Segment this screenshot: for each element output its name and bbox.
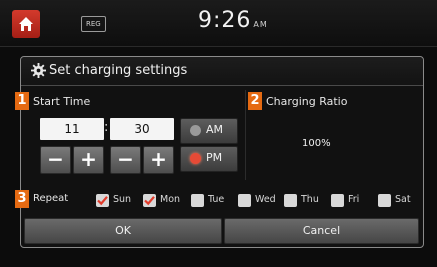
step-badge-1: 1 — [15, 92, 29, 110]
repeat-label: Repeat — [33, 193, 69, 204]
gear-icon — [31, 63, 46, 78]
step-badge-2: 2 — [248, 92, 262, 110]
home-button[interactable] — [12, 10, 40, 38]
pm-label: PM — [206, 151, 223, 164]
checkbox[interactable] — [284, 194, 297, 207]
hour-field[interactable]: 11 — [40, 118, 104, 140]
ok-button[interactable]: OK — [24, 218, 222, 244]
charging-ratio-label: Charging Ratio — [266, 95, 348, 108]
status-clock: 9:26 AM — [198, 8, 268, 33]
start-time-label: Start Time — [33, 95, 91, 108]
checkmark-icon — [97, 196, 108, 206]
checkbox[interactable] — [378, 194, 391, 207]
pm-radio-button[interactable]: PM — [180, 146, 238, 172]
cancel-button[interactable]: Cancel — [224, 218, 419, 244]
hour-increment-button[interactable]: + — [73, 146, 104, 174]
day-label: Mon — [160, 194, 181, 205]
minute-increment-button[interactable]: + — [143, 146, 174, 174]
am-radio-indicator — [190, 125, 201, 136]
checkbox[interactable] — [238, 194, 251, 207]
dialog-header: Set charging settings — [21, 57, 423, 86]
day-label: Sat — [395, 194, 411, 205]
clock-ampm: AM — [253, 20, 268, 29]
day-label: Wed — [255, 194, 276, 205]
charging-ratio-value[interactable]: 100% — [302, 138, 331, 149]
step-badge-3: 3 — [15, 190, 29, 208]
checkbox[interactable] — [331, 194, 344, 207]
day-label: Tue — [208, 194, 225, 205]
clock-time: 9:26 — [198, 8, 252, 33]
status-bar: REG 9:26 AM — [0, 0, 437, 47]
checkbox[interactable] — [143, 194, 156, 207]
pm-radio-indicator — [190, 153, 201, 164]
reg-badge: REG — [81, 16, 106, 32]
day-label: Fri — [348, 194, 360, 205]
checkbox[interactable] — [191, 194, 204, 207]
day-label: Sun — [113, 194, 132, 205]
am-label: AM — [206, 123, 224, 136]
checkbox[interactable] — [96, 194, 109, 207]
minute-field[interactable]: 30 — [110, 118, 174, 140]
am-radio-button[interactable]: AM — [180, 118, 238, 144]
home-icon — [19, 17, 33, 31]
dialog-title: Set charging settings — [49, 63, 188, 78]
hour-decrement-button[interactable]: − — [40, 146, 71, 174]
time-separator: : — [104, 120, 109, 135]
day-label: Thu — [301, 194, 319, 205]
checkmark-icon — [144, 196, 155, 206]
screen: REG 9:26 AM Set charging settings 1 Star… — [0, 0, 437, 267]
minute-decrement-button[interactable]: − — [110, 146, 141, 174]
section-divider — [245, 90, 246, 180]
